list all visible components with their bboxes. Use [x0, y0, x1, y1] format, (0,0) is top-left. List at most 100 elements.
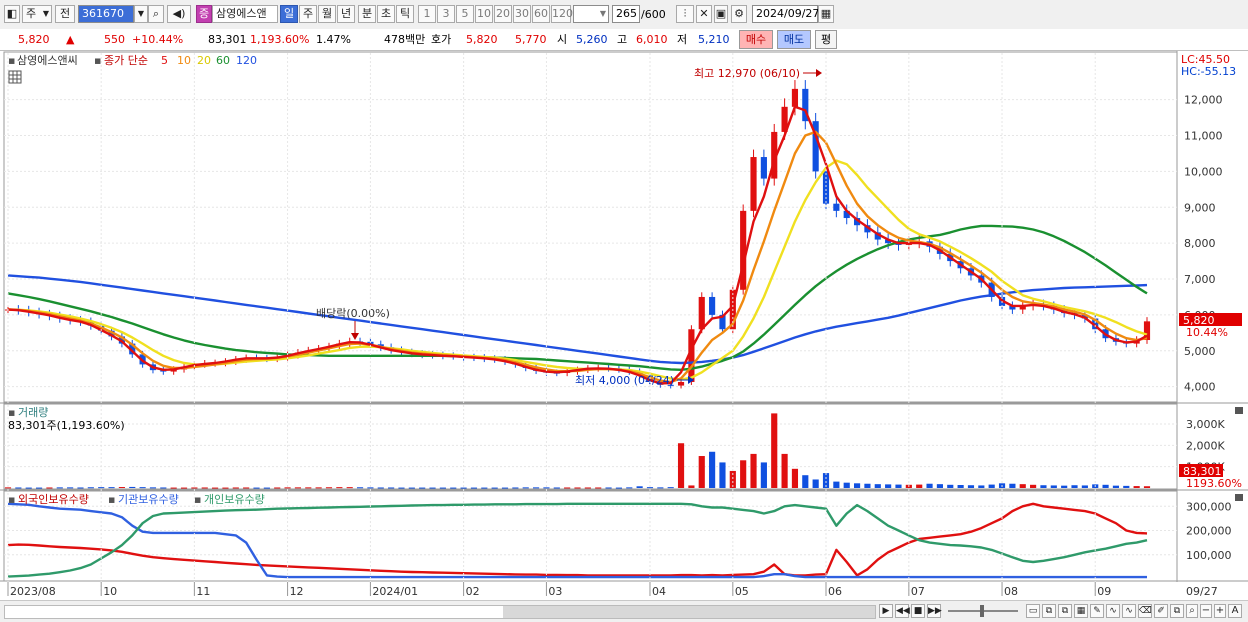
prev-button[interactable]: 전 — [55, 5, 75, 23]
scroll-thumb[interactable] — [503, 606, 875, 618]
trend-icon[interactable]: ∿ — [1106, 604, 1120, 618]
amount-value: 478백만 — [384, 33, 426, 46]
date-input[interactable]: 2024/09/27 — [752, 5, 819, 23]
pencil-icon[interactable]: ✎ — [1090, 604, 1104, 618]
gear-icon[interactable]: ⚙ — [731, 5, 747, 23]
legend-ma20[interactable]: 20 — [197, 54, 211, 67]
candle-type-icon[interactable]: ⫶ — [676, 5, 694, 23]
panel-close-icon[interactable] — [1235, 407, 1243, 414]
holding-y-tick: 100,000 — [1186, 549, 1232, 562]
buy-button[interactable]: 매수 — [739, 30, 773, 49]
toolbar: ◧ 주 ▼ 전 361670 ▼ ⌕ ◀) 증 삼영에스앤 일 주 월 년 분 초… — [0, 0, 1248, 30]
speed-slider-handle[interactable] — [980, 605, 984, 617]
period-tab-second[interactable]: 초 — [377, 5, 395, 23]
zoom-out-icon[interactable]: − — [1200, 604, 1212, 618]
play-icon[interactable]: ▶ — [879, 604, 893, 618]
candle-body — [750, 157, 757, 211]
period-tab-month[interactable]: 월 — [318, 5, 336, 23]
sell-button[interactable]: 매도 — [777, 30, 811, 49]
legend-dot: ▪ — [8, 54, 15, 67]
eval-button[interactable]: 평 — [815, 30, 837, 49]
volume-bar — [439, 487, 446, 489]
interval-3[interactable]: 3 — [437, 5, 455, 23]
chevron-down-icon: ▼ — [42, 9, 49, 18]
volume-bar — [750, 453, 757, 488]
font-icon[interactable]: A — [1228, 604, 1242, 618]
interval-5[interactable]: 5 — [456, 5, 474, 23]
volume-bar — [98, 487, 105, 489]
volume-bar — [367, 487, 374, 489]
period-tab-minute[interactable]: 분 — [358, 5, 376, 23]
volume-title[interactable]: 거래량 — [18, 406, 48, 419]
copy-icon[interactable]: ⧉ — [1042, 604, 1056, 618]
crosshair-icon[interactable]: ✕ — [696, 5, 712, 23]
volume-bar — [419, 487, 426, 489]
table-icon[interactable] — [8, 70, 22, 84]
legend-institution[interactable]: 기관보유수량 — [118, 493, 179, 506]
volume-bar — [274, 487, 281, 489]
volume-bar — [408, 487, 415, 489]
x-axis-label: 06 — [828, 585, 842, 598]
legend-price-type[interactable]: 종가 단순 — [104, 54, 148, 67]
legend-individual[interactable]: 개인보유수량 — [204, 493, 265, 506]
interval-input[interactable]: ▼ — [573, 5, 609, 23]
x-axis-label: 09/27 — [1186, 585, 1218, 598]
grid-icon[interactable]: ▦ — [1074, 604, 1088, 618]
volume-bar — [243, 487, 250, 489]
candle-body — [791, 88, 799, 107]
interval-10[interactable]: 10 — [475, 5, 493, 23]
search-icon[interactable]: ⌕ — [148, 5, 164, 23]
legend-ma120[interactable]: 120 — [236, 54, 257, 67]
legend-stock-name[interactable]: 삼영에스앤씨 — [17, 54, 78, 67]
copy-icon[interactable]: ⧉ — [1058, 604, 1072, 618]
code-input[interactable]: 361670 — [78, 5, 134, 23]
scroll-track[interactable] — [4, 605, 876, 619]
period-tab-tick[interactable]: 틱 — [396, 5, 414, 23]
code-dropdown-icon[interactable]: ▼ — [134, 5, 148, 23]
volume-bar — [15, 487, 22, 489]
save-icon[interactable]: ▣ — [714, 5, 728, 23]
interval-60[interactable]: 60 — [532, 5, 550, 23]
rewind-icon[interactable]: ◀◀ — [895, 604, 910, 618]
interval-120[interactable]: 120 — [551, 5, 573, 23]
legend-ma10[interactable]: 10 — [177, 54, 191, 67]
calendar-icon[interactable]: ▦ — [818, 5, 834, 23]
volume-bar — [129, 486, 136, 488]
zoom-icon[interactable]: ⌕ — [1186, 604, 1198, 618]
legend-foreign[interactable]: 외국인보유수량 — [18, 493, 89, 506]
zoom-in-icon[interactable]: + — [1214, 604, 1226, 618]
volume-bar — [325, 487, 333, 489]
volume-bar — [77, 487, 84, 489]
price-y-tick: 9,000 — [1184, 201, 1216, 214]
interval-20[interactable]: 20 — [494, 5, 512, 23]
stop-icon[interactable]: ■ — [911, 604, 925, 618]
copy-icon[interactable]: ⧉ — [1170, 604, 1184, 618]
edit-icon[interactable]: ✐ — [1154, 604, 1168, 618]
chart-area[interactable]: ▪ 삼영에스앤씨 ▪ 종가 단순 5 10 20 60 120 LC:45.50… — [0, 51, 1248, 600]
layout-icon[interactable]: ◧ — [4, 5, 20, 23]
trend-icon[interactable]: ∿ — [1122, 604, 1136, 618]
volume-bar — [543, 487, 550, 489]
candle-body — [677, 381, 685, 386]
speaker-icon[interactable]: ◀) — [167, 5, 191, 23]
period-tab-year[interactable]: 년 — [337, 5, 355, 23]
period-tab-day[interactable]: 일 — [280, 5, 298, 23]
legend-ma60[interactable]: 60 — [216, 54, 230, 67]
panel-close-icon[interactable] — [1235, 494, 1243, 501]
count-input[interactable]: 265 — [612, 5, 640, 23]
erase-icon[interactable]: ⌫ — [1138, 604, 1152, 618]
volume-bar — [677, 443, 685, 488]
volume-bar — [67, 487, 74, 489]
period-select[interactable]: 주 ▼ — [22, 5, 52, 23]
legend-dot: ▪ — [194, 493, 201, 506]
volume-bar — [698, 456, 705, 488]
volume-bar — [46, 487, 53, 489]
interval-1[interactable]: 1 — [418, 5, 436, 23]
volume-bar — [1081, 485, 1088, 488]
legend-ma5[interactable]: 5 — [161, 54, 168, 67]
window-icon[interactable]: ▭ — [1026, 604, 1040, 618]
interval-30[interactable]: 30 — [513, 5, 531, 23]
fast-forward-icon[interactable]: ▶▶ — [927, 604, 942, 618]
speed-slider[interactable] — [948, 605, 1018, 617]
period-tab-week[interactable]: 주 — [299, 5, 317, 23]
